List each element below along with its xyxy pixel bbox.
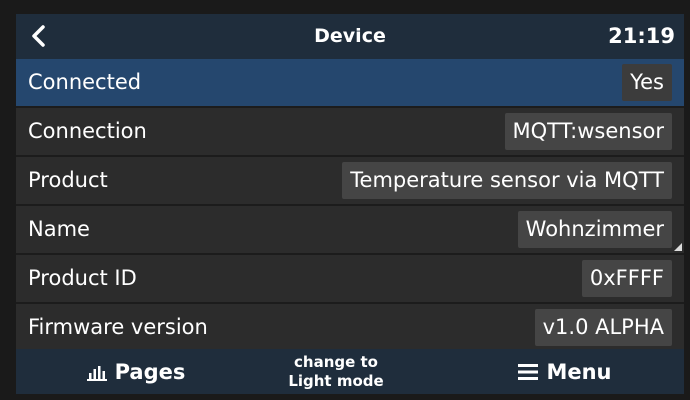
- name-edit-field[interactable]: Wohnzimmer: [517, 211, 672, 248]
- row-value: 0xFFFF: [581, 260, 672, 297]
- row-value: MQTT:wsensor: [504, 113, 672, 150]
- clock: 21:19: [608, 24, 675, 48]
- row-label: Connection: [28, 119, 147, 143]
- footer-bar: Pages change to Light mode Menu: [16, 349, 684, 394]
- row-label: Product: [28, 168, 108, 192]
- row-name[interactable]: Name Wohnzimmer: [16, 206, 684, 255]
- pages-button[interactable]: Pages: [76, 349, 196, 394]
- pages-label: Pages: [114, 359, 186, 384]
- row-label: Firmware version: [28, 315, 208, 339]
- row-label: Product ID: [28, 266, 137, 290]
- row-value: v1.0 ALPHA: [534, 309, 672, 346]
- page-title: Device: [314, 25, 386, 47]
- mode-line-2: Light mode: [288, 371, 384, 390]
- row-product[interactable]: Product Temperature sensor via MQTT: [16, 157, 684, 206]
- device-screen: Device 21:19 Connected Yes Connection MQ…: [16, 14, 684, 394]
- row-connected[interactable]: Connected Yes: [16, 59, 684, 108]
- light-mode-toggle[interactable]: change to Light mode: [256, 349, 416, 394]
- mode-line-1: change to: [294, 352, 378, 371]
- editable-corner-icon: [674, 243, 682, 251]
- menu-button[interactable]: Menu: [510, 349, 620, 394]
- row-label: Connected: [28, 70, 142, 94]
- row-value: Yes: [622, 64, 672, 101]
- hamburger-menu-icon: [518, 363, 539, 380]
- row-value: Temperature sensor via MQTT: [342, 162, 672, 199]
- row-label: Name: [28, 217, 90, 241]
- row-product-id[interactable]: Product ID 0xFFFF: [16, 255, 684, 304]
- row-connection[interactable]: Connection MQTT:wsensor: [16, 108, 684, 157]
- menu-label: Menu: [546, 359, 612, 384]
- row-firmware-version[interactable]: Firmware version v1.0 ALPHA: [16, 304, 684, 353]
- header-bar: Device 21:19: [16, 14, 684, 59]
- bar-chart-icon: [86, 365, 107, 381]
